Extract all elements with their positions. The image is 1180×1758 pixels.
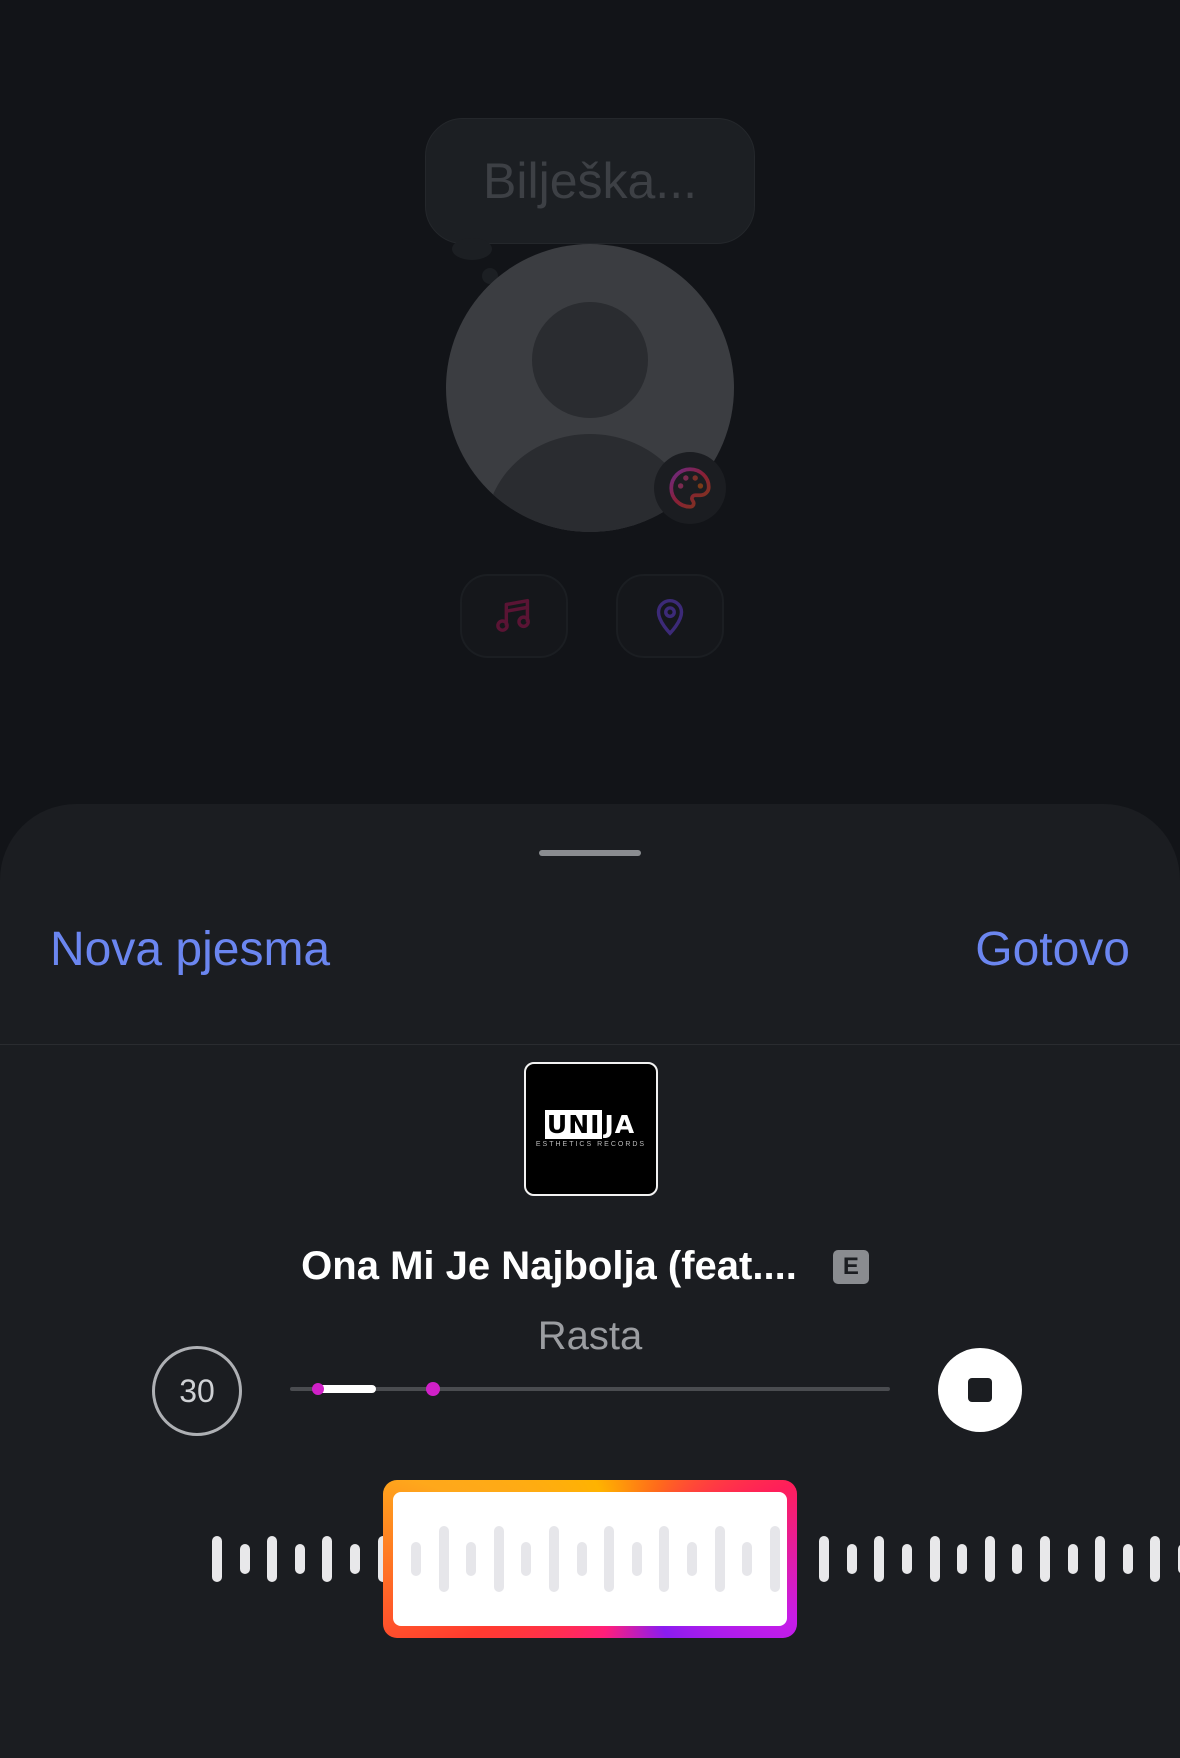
waveform-bar-selected (549, 1526, 559, 1592)
waveform-bar (294, 1544, 305, 1574)
music-button[interactable] (460, 574, 568, 658)
waveform-bar-selected (576, 1542, 587, 1576)
waveform-bar (984, 1536, 995, 1582)
waveform-bar-selected (521, 1542, 532, 1576)
waveform-bar (1150, 1536, 1161, 1582)
cover-logo-part1: UNI (544, 1110, 603, 1139)
avatar-head (532, 302, 648, 418)
waveform-bar (1122, 1544, 1133, 1574)
waveform-bar (1012, 1544, 1023, 1574)
location-button[interactable] (616, 574, 724, 658)
waveform-bar-selected (769, 1526, 780, 1592)
cover-logo-part2: JA (604, 1110, 636, 1139)
waveform-bar (350, 1544, 360, 1574)
waveform-bar-selected (604, 1526, 615, 1592)
sheet-grabber[interactable] (539, 850, 641, 856)
waveform-bar (267, 1536, 278, 1582)
track-title-row: Ona Mi Je Najbolja (feat.... E (0, 1244, 1180, 1289)
waveform-bar-selected (438, 1526, 449, 1592)
waveform-bar (322, 1536, 333, 1582)
note-placeholder: Bilješka... (483, 153, 697, 209)
waveform-bar (957, 1544, 968, 1574)
waveform-bar (212, 1536, 222, 1582)
album-cover-logo: UNI JA (544, 1110, 637, 1139)
palette-button[interactable] (654, 452, 726, 524)
track-title: Ona Mi Je Najbolja (feat.... (301, 1244, 797, 1288)
duration-selector[interactable]: 30 (152, 1346, 242, 1436)
music-picker-sheet: Nova pjesma Gotovo UNI JA ESTHETICS RECO… (0, 804, 1180, 1758)
playback-progress-bar[interactable] (290, 1382, 890, 1396)
clip-selector-window (393, 1492, 787, 1626)
done-button[interactable]: Gotovo (975, 922, 1130, 977)
header-divider (0, 1044, 1180, 1045)
note-composer-background: Bilješka... (0, 0, 1180, 820)
explicit-badge: E (832, 1249, 869, 1284)
waveform-bar-selected (659, 1526, 670, 1592)
cover-subtext: ESTHETICS RECORDS (535, 1141, 647, 1148)
music-note-icon (496, 598, 530, 632)
stop-icon (968, 1378, 992, 1402)
waveform-bar (819, 1536, 830, 1582)
waveform-bar-selected (714, 1526, 725, 1592)
waveform-bar (846, 1544, 857, 1574)
waveform-bar (929, 1536, 940, 1582)
note-input-bubble[interactable]: Bilješka... (425, 118, 755, 244)
bubble-tail (452, 238, 492, 260)
clip-start-marker (312, 1383, 324, 1395)
location-pin-icon (656, 599, 684, 636)
waveform-bar-selected (411, 1542, 421, 1576)
new-song-button[interactable]: Nova pjesma (50, 922, 330, 977)
waveform-bar-selected (466, 1542, 477, 1576)
waveform-bar-selected (742, 1542, 753, 1576)
waveform-bar (1095, 1536, 1106, 1582)
waveform-bar (874, 1536, 885, 1582)
waveform-bar-selected (687, 1542, 697, 1576)
palette-icon (669, 467, 711, 509)
waveform-bar (239, 1544, 250, 1574)
waveform-bar (902, 1544, 912, 1574)
stop-button[interactable] (938, 1348, 1022, 1432)
waveform-bar-selected (493, 1526, 504, 1592)
playhead-marker (426, 1382, 440, 1396)
album-cover: UNI JA ESTHETICS RECORDS (524, 1062, 658, 1196)
waveform-bar-selected (631, 1542, 642, 1576)
waveform-bar (1040, 1536, 1050, 1582)
clip-selector[interactable] (383, 1480, 797, 1638)
waveform-bar (1067, 1544, 1078, 1574)
